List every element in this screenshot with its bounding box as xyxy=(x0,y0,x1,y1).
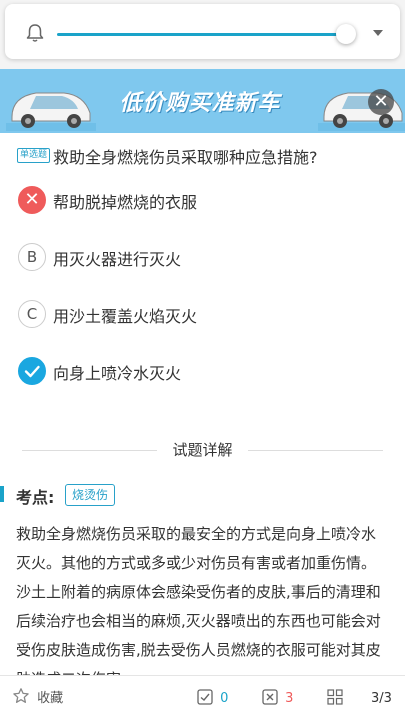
correct-count: 0 xyxy=(220,691,229,706)
favorite-label: 收藏 xyxy=(37,691,64,706)
option-b-text: 用灭火器进行灭火 xyxy=(53,250,182,269)
car-image-left xyxy=(6,92,96,131)
volume-popup xyxy=(5,4,400,59)
question-text: 救助全身燃烧伤员采取哪种应急措施? xyxy=(53,148,318,167)
details-section-title: 试题详解 xyxy=(172,441,233,459)
grid-icon xyxy=(327,689,343,705)
ad-banner[interactable]: 低价购买准新车 xyxy=(0,69,405,133)
check-icon xyxy=(18,357,46,385)
option-a-text: 帮助脱掉燃烧的衣服 xyxy=(53,193,198,212)
bottom-bar: 收藏 0 3 3/3 xyxy=(0,675,405,721)
knowledge-tag[interactable]: 烧烫伤 xyxy=(65,484,116,506)
wrong-count: 3 xyxy=(285,691,294,706)
knowledge-label: 考点: xyxy=(16,488,55,507)
explanation-text: 救助全身燃烧伤员采取的最安全的方式是向身上喷冷水灭火。其他的方式或多或少对伤员有… xyxy=(16,525,381,688)
ad-close-button[interactable]: ✕ xyxy=(368,89,394,115)
volume-slider-track[interactable] xyxy=(57,33,347,36)
question-progress: 3/3 xyxy=(371,691,392,706)
knowledge-accent-bar xyxy=(0,486,4,502)
question-type-badge: 单选题 xyxy=(17,148,51,163)
correct-count-button[interactable]: 0 xyxy=(197,676,228,721)
bell-icon[interactable] xyxy=(25,23,45,43)
ad-banner-text: 低价购买准新车 xyxy=(119,91,281,116)
option-d-text: 向身上喷冷水灭火 xyxy=(53,364,182,383)
wrong-count-button[interactable]: 3 xyxy=(262,676,293,721)
volume-slider-thumb[interactable] xyxy=(336,24,356,44)
wrong-mark-icon: ✕ xyxy=(18,186,46,214)
option-c-text: 用沙土覆盖火焰灭火 xyxy=(53,307,198,326)
option-b-letter: B xyxy=(18,243,46,271)
close-icon: ✕ xyxy=(373,91,389,112)
favorite-button[interactable]: 收藏 xyxy=(12,676,63,721)
check-box-icon xyxy=(197,689,213,705)
star-icon xyxy=(13,688,29,703)
question-grid-button[interactable] xyxy=(327,676,343,721)
chevron-down-icon[interactable] xyxy=(371,26,385,40)
option-c-letter: C xyxy=(18,300,46,328)
x-box-icon xyxy=(262,689,278,705)
